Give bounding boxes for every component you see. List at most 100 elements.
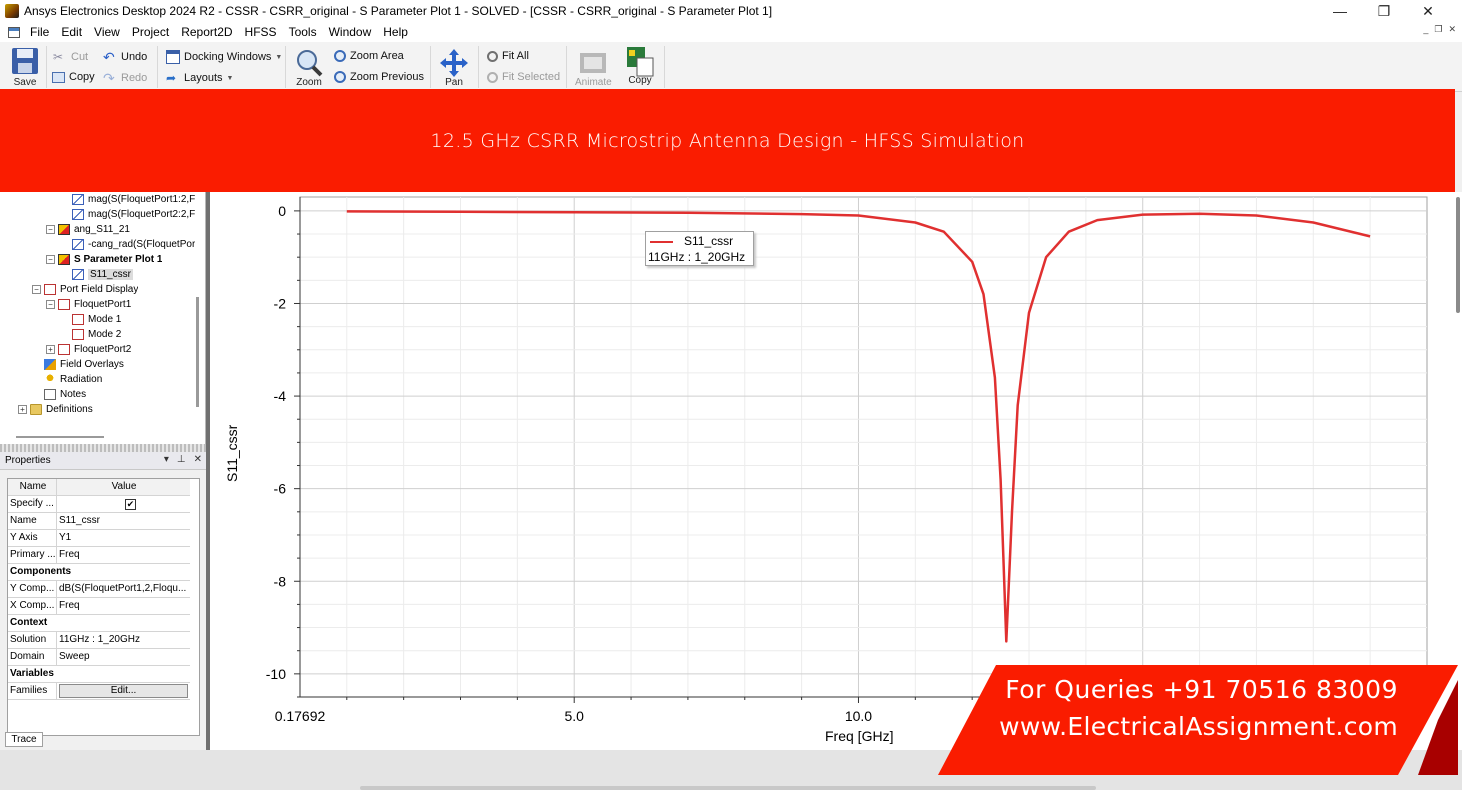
tree-horizontal-scrollbar[interactable] <box>16 436 104 438</box>
tree-item[interactable]: − FloquetPort1 <box>46 297 131 312</box>
zoom-button[interactable]: Zoom <box>294 48 324 88</box>
menu-project[interactable]: Project <box>128 25 177 39</box>
undo-button[interactable]: ↶ Undo <box>103 50 147 64</box>
tab-trace[interactable]: Trace <box>5 732 43 747</box>
tree-item-label: Mode 1 <box>88 314 122 325</box>
tree-item[interactable]: Mode 2 <box>60 327 121 342</box>
layouts-button[interactable]: ➦ Layouts ▼ <box>166 71 233 85</box>
trace-icon <box>72 269 84 280</box>
bottom-scrollbar[interactable] <box>360 786 1096 790</box>
animate-button[interactable]: Animate <box>575 48 612 88</box>
redo-button[interactable]: ↷ Redo <box>103 71 147 85</box>
copy-image-button[interactable]: Copy <box>625 46 655 86</box>
legend-series-name: S11_cssr <box>684 234 734 248</box>
property-value-primary[interactable]: Freq <box>59 549 189 560</box>
collapse-icon[interactable]: − <box>32 285 41 294</box>
property-value-xcomp[interactable]: Freq <box>59 600 189 611</box>
property-value-solution[interactable]: 11GHz : 1_20GHz <box>59 634 189 645</box>
tree-item[interactable]: − S Parameter Plot 1 <box>46 252 162 267</box>
collapse-icon[interactable]: − <box>46 255 55 264</box>
tree-item[interactable]: Field Overlays <box>32 357 124 372</box>
save-button[interactable]: Save <box>10 46 40 88</box>
pan-button[interactable]: Pan <box>439 48 469 88</box>
magnifier-icon <box>297 50 323 77</box>
menu-file[interactable]: File <box>26 25 57 39</box>
property-value-domain[interactable]: Sweep <box>59 651 189 662</box>
project-tree: mag(S(FloquetPort1:2,F mag(S(FloquetPort2… <box>0 192 206 444</box>
tree-item-label: Mode 2 <box>88 329 122 340</box>
tree-item-label: Notes <box>60 389 87 400</box>
copy-button[interactable]: Copy <box>52 71 95 83</box>
banner-title: 12.5 GHz CSRR Microstrip Antenna Design … <box>430 129 1025 152</box>
menu-edit[interactable]: Edit <box>57 25 90 39</box>
menu-report2d[interactable]: Report2D <box>177 25 240 39</box>
families-edit-button[interactable]: Edit... <box>59 684 188 698</box>
property-label: Families <box>10 685 48 696</box>
tree-item[interactable]: + FloquetPort2 <box>46 342 131 357</box>
property-value-ycomp[interactable]: dB(S(FloquetPort1,2,Floqu... <box>59 583 189 594</box>
tree-item[interactable]: mag(S(FloquetPort2:2,F <box>60 207 195 222</box>
tree-item[interactable]: Notes <box>32 387 86 402</box>
chart-legend[interactable]: S11_cssr 11GHz : 1_20GHz <box>645 231 754 266</box>
pan-arrows-icon <box>440 49 468 77</box>
property-value-yaxis[interactable]: Y1 <box>59 532 189 543</box>
property-label: Y Axis <box>10 532 38 543</box>
right-scrollbar[interactable] <box>1456 197 1460 313</box>
properties-table: Name Value Specify ... ✔ Name S11_cssr Y… <box>7 478 200 736</box>
table-header-row: Name Value <box>8 479 190 496</box>
panel-splitter[interactable] <box>0 444 208 452</box>
tree-item[interactable]: + Definitions <box>18 402 93 417</box>
property-label: Y Comp... <box>10 583 55 594</box>
tree-item-label: FloquetPort1 <box>74 299 132 310</box>
menu-help[interactable]: Help <box>379 25 416 39</box>
tree-item[interactable]: mag(S(FloquetPort1:2,F <box>60 192 195 207</box>
specify-name-checkbox[interactable]: ✔ <box>125 499 136 510</box>
minimize-button[interactable]: — <box>1318 0 1362 22</box>
property-label: X Comp... <box>10 600 55 611</box>
pin-icon[interactable]: ⊥ <box>177 454 186 465</box>
zoom-area-button[interactable]: Zoom Area <box>334 50 404 62</box>
mode-icon <box>58 344 70 355</box>
tree-item[interactable]: Mode 1 <box>60 312 121 327</box>
document-icon[interactable] <box>8 26 20 38</box>
mdi-restore-icon[interactable]: ❐ <box>1434 24 1442 35</box>
mdi-minimize-icon[interactable]: _ <box>1423 24 1428 35</box>
zoom-previous-button[interactable]: Zoom Previous <box>334 71 424 83</box>
legend-line-swatch <box>650 241 673 243</box>
menu-window[interactable]: Window <box>325 25 380 39</box>
tree-scrollbar[interactable] <box>196 297 199 407</box>
tree-item[interactable]: -cang_rad(S(FloquetPor <box>60 237 195 252</box>
tree-item[interactable]: − ang_S11_21 <box>46 222 130 237</box>
trace-icon <box>72 239 84 250</box>
cut-button[interactable]: ✂ Cut <box>53 50 88 64</box>
collapse-icon[interactable]: − <box>46 300 55 309</box>
tree-item[interactable]: Radiation <box>32 372 102 387</box>
film-strip-icon <box>580 53 607 73</box>
expand-icon[interactable]: + <box>18 405 27 414</box>
property-value-name[interactable]: S11_cssr <box>59 515 189 526</box>
table-row: X Comp... Freq <box>8 598 190 615</box>
tree-item-label: ang_S11_21 <box>74 224 130 235</box>
menu-hfss[interactable]: HFSS <box>241 25 285 39</box>
menu-view[interactable]: View <box>90 25 128 39</box>
collapse-icon[interactable]: − <box>46 225 55 234</box>
mdi-close-icon[interactable]: ✕ <box>1448 24 1456 35</box>
docking-windows-icon <box>166 50 180 64</box>
maximize-button[interactable]: ❐ <box>1362 0 1406 22</box>
menu-tools[interactable]: Tools <box>285 25 325 39</box>
tree-item[interactable]: − Port Field Display <box>32 282 138 297</box>
mode-icon <box>72 314 84 325</box>
group-label-components: Components <box>10 566 72 577</box>
docking-windows-button[interactable]: Docking Windows ▼ <box>166 50 282 64</box>
y-tick-label: -10 <box>266 666 286 682</box>
tree-item-label: Field Overlays <box>60 359 124 370</box>
dropdown-arrow-icon[interactable]: ▾ <box>164 454 169 465</box>
fit-selected-button[interactable]: Fit Selected <box>487 71 560 83</box>
fit-all-button[interactable]: Fit All <box>487 50 529 62</box>
floppy-disk-icon <box>12 48 38 74</box>
property-label: Domain <box>10 651 45 662</box>
expand-icon[interactable]: + <box>46 345 55 354</box>
close-button[interactable]: ✕ <box>1406 0 1450 22</box>
close-icon[interactable]: ✕ <box>194 454 202 465</box>
tree-item[interactable]: S11_cssr <box>60 267 133 282</box>
